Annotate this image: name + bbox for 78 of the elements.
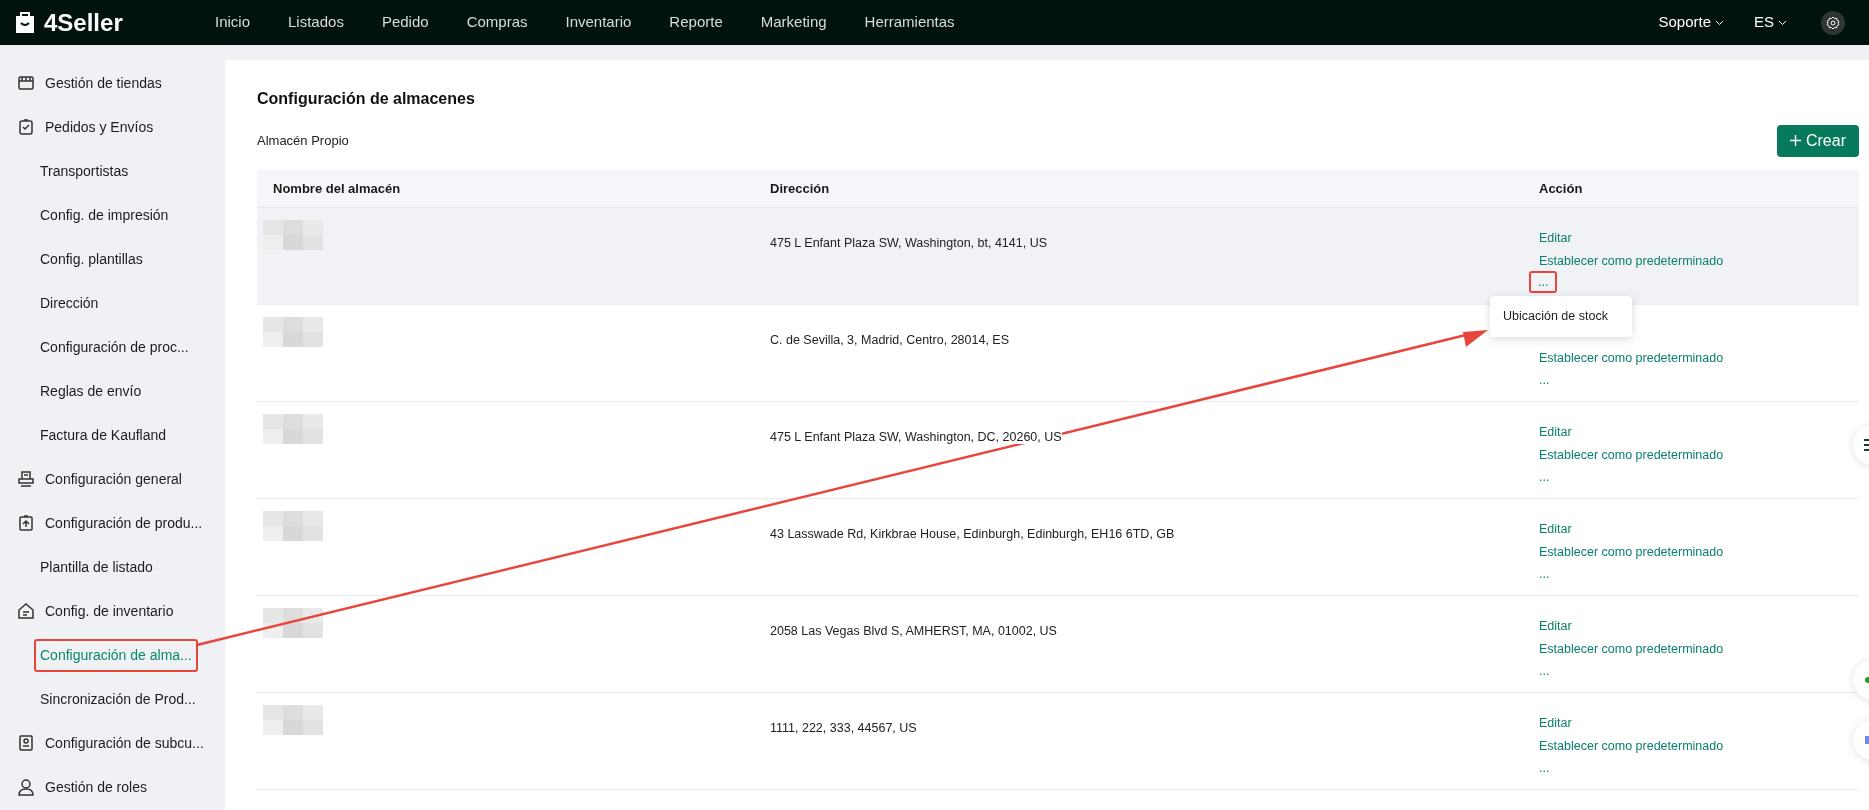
language-menu[interactable]: ES: [1754, 11, 1787, 34]
brand-name: 4Seller: [44, 7, 123, 38]
address-text: C. de Sevilla, 3, Madrid, Centro, 28014, ES: [770, 333, 1009, 347]
sidebar-item[interactable]: Gestión de tiendas: [17, 72, 162, 94]
sidebar-item[interactable]: Configuración de alma...: [34, 638, 198, 672]
nav-link[interactable]: Listados: [288, 11, 344, 34]
sidebar-item[interactable]: Reglas de envío: [40, 380, 142, 402]
column-header: Acción: [1539, 179, 1583, 198]
square-icon: [1865, 736, 1869, 744]
nav-link[interactable]: Compras: [466, 11, 528, 34]
more-button[interactable]: ...: [1539, 470, 1550, 484]
sidebar-item[interactable]: Dirección: [40, 292, 99, 314]
support-menu[interactable]: Soporte: [1658, 11, 1724, 34]
sidebar-item[interactable]: Pedidos y Envíos: [17, 116, 154, 138]
address-text: 43 Lasswade Rd, Kirkbrae House, Edinburgh, Edinburgh, EH16 6TD, GB: [770, 527, 1175, 541]
sidebar-item[interactable]: Configuración de proc...: [40, 336, 189, 358]
nav-link[interactable]: Marketing: [760, 11, 827, 34]
sidebar-item[interactable]: Plantilla de listado: [40, 556, 153, 578]
sidebar-item[interactable]: Configuración de subcu...: [17, 732, 204, 754]
menu-icon: [17, 602, 35, 620]
more-button[interactable]: ...: [1539, 664, 1550, 678]
plus-icon: [1790, 135, 1801, 146]
settings-icon: [1826, 15, 1840, 30]
action-link[interactable]: Establecer como predeterminado: [1539, 641, 1724, 664]
sidebar-item[interactable]: Configuración de produ...: [17, 512, 203, 534]
action-link[interactable]: Editar: [1539, 715, 1572, 738]
sidebar-item[interactable]: Configuración general: [17, 468, 182, 490]
column-header: Nombre del almacén: [273, 179, 401, 198]
sidebar-item[interactable]: Factura de Kaufland: [40, 424, 167, 446]
section-label: Almacén Propio: [257, 131, 349, 150]
action-link[interactable]: Editar: [1539, 230, 1572, 253]
nav-link[interactable]: Reporte: [669, 11, 723, 34]
menu-icon: [17, 514, 35, 532]
sidebar-item[interactable]: Sincronización de Prod...: [40, 688, 196, 710]
address-text: 2058 Las Vegas Blvd S, AMHERST, MA, 01002, US: [770, 624, 1057, 638]
nav-link[interactable]: Herramientas: [864, 11, 955, 34]
menu-item[interactable]: Ubicación de stock: [1503, 307, 1608, 326]
blurred-text: [263, 220, 323, 250]
menu-icon: [17, 778, 35, 796]
blurred-text: [263, 608, 323, 638]
page-title: Configuración de almacenes: [257, 89, 476, 109]
address-text: 1111, 222, 333, 44567, US: [770, 721, 917, 735]
action-link[interactable]: Editar: [1539, 521, 1572, 544]
sidebar-item[interactable]: Config. de inventario: [17, 600, 174, 622]
action-link[interactable]: Establecer como predeterminado: [1539, 350, 1724, 373]
sidebar-item[interactable]: Gestión de roles: [17, 776, 147, 798]
blurred-text: [263, 317, 323, 347]
nav-link[interactable]: Inventario: [565, 11, 632, 34]
address-text: 475 L Enfant Plaza SW, Washington, bt, 4141, US: [770, 236, 1047, 250]
menu-icon: [17, 74, 35, 92]
column-header: Dirección: [770, 179, 830, 198]
bag-logo-icon: [14, 10, 36, 35]
action-link[interactable]: Establecer como predeterminado: [1539, 447, 1724, 470]
more-button[interactable]: ...: [1539, 761, 1550, 775]
blurred-text: [263, 414, 323, 444]
address-text: 475 L Enfant Plaza SW, Washington, DC, 20260, US: [770, 430, 1062, 444]
list-icon: [1864, 438, 1869, 452]
chevron-down-icon: [1778, 19, 1787, 26]
action-link[interactable]: Establecer como predeterminado: [1539, 738, 1724, 761]
settings-button[interactable]: [1821, 10, 1845, 35]
action-link[interactable]: Editar: [1539, 618, 1572, 641]
blurred-text: [263, 705, 323, 735]
action-link[interactable]: Establecer como predeterminado: [1539, 544, 1724, 567]
menu-icon: [17, 470, 35, 488]
blurred-text: [263, 511, 323, 541]
more-button[interactable]: ...: [1539, 567, 1550, 581]
nav-link[interactable]: Inicio: [215, 11, 251, 34]
action-link[interactable]: Editar: [1539, 424, 1572, 447]
sidebar-item[interactable]: Config. plantillas: [40, 248, 143, 270]
create-button[interactable]: Crear: [1777, 124, 1859, 157]
more-button[interactable]: ...: [1529, 271, 1558, 293]
sidebar-item[interactable]: Transportistas: [40, 160, 129, 182]
menu-icon: [17, 118, 35, 136]
sidebar-item[interactable]: Config. de impresión: [40, 204, 169, 226]
more-button[interactable]: ...: [1539, 373, 1550, 387]
chevron-down-icon: [1715, 19, 1724, 26]
nav-link[interactable]: Pedido: [381, 11, 429, 34]
menu-icon: [17, 734, 35, 752]
